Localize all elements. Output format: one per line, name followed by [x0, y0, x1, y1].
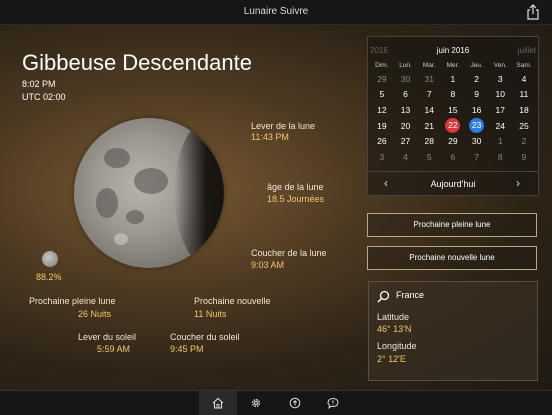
calendar-day[interactable]: 6 [441, 152, 465, 162]
longitude-value: 2° 12'E [377, 354, 406, 364]
dow: Lun. [399, 61, 412, 69]
calendar-day[interactable]: 4 [394, 152, 418, 162]
calendar-day[interactable]: 4 [512, 74, 536, 84]
dow: Dim. [375, 61, 389, 69]
moon-image [74, 118, 224, 268]
calendar-day[interactable]: 19 [370, 121, 394, 131]
calendar-day[interactable]: 2 [512, 136, 536, 146]
location-panel: France Latitude 46° 13'N Longitude 2° 12… [368, 281, 538, 381]
calendar-day[interactable]: 30 [465, 136, 489, 146]
info-icon [289, 397, 301, 409]
calendar-day[interactable]: 3 [370, 152, 394, 162]
calendar-day-selected[interactable]: 23 [465, 118, 489, 134]
tab-info[interactable] [276, 391, 314, 415]
calendar-day[interactable]: 21 [417, 121, 441, 131]
today-button[interactable]: Aujourd'hui [368, 179, 538, 189]
illumination-value: 88.2% [36, 272, 62, 282]
gear-icon [251, 398, 261, 408]
calendar-day[interactable]: 5 [370, 89, 394, 99]
next-new-moon-button[interactable]: Prochaine nouvelle lune [367, 246, 537, 270]
sunset-value: 9:45 PM [170, 344, 204, 354]
moonset-label: Coucher de la lune [251, 248, 327, 258]
calendar-month-title: juin 2016 [436, 46, 470, 55]
selected-marker: 23 [469, 118, 485, 134]
calendar-day-today[interactable]: 22 [441, 118, 465, 134]
search-icon[interactable] [377, 290, 390, 303]
calendar-day[interactable]: 1 [488, 136, 512, 146]
dow: Jeu. [470, 61, 483, 69]
next-new-value: 11 Nuits [194, 309, 227, 319]
share-icon[interactable] [526, 4, 540, 20]
mini-moon-icon [42, 251, 58, 267]
utc-offset: UTC 02:00 [22, 92, 66, 102]
sunrise-value: 5:59 AM [97, 344, 131, 354]
calendar-day[interactable]: 12 [370, 105, 394, 115]
location-country[interactable]: France [396, 290, 424, 300]
top-bar: Lunaire Suivre [0, 0, 552, 25]
chat-icon [327, 397, 339, 409]
moonrise-value: 11:43 PM [251, 132, 289, 142]
dow: Ven. [493, 61, 507, 69]
calendar-day[interactable]: 29 [370, 74, 394, 84]
current-time: 8:02 PM [22, 79, 56, 89]
calendar-day[interactable]: 6 [394, 89, 418, 99]
sunrise-label: Lever du soleil [78, 332, 137, 342]
next-full-label: Prochaine pleine lune [29, 296, 116, 306]
next-new-label: Prochaine nouvelle [194, 296, 271, 306]
calendar-day[interactable]: 8 [441, 89, 465, 99]
calendar-day[interactable]: 11 [512, 89, 536, 99]
moonset-value: 9:03 AM [251, 260, 285, 270]
calendar-day[interactable]: 1 [441, 74, 465, 84]
calendar-day[interactable]: 13 [394, 105, 418, 115]
calendar-day[interactable]: 3 [488, 74, 512, 84]
calendar-day[interactable]: 30 [394, 74, 418, 84]
calendar-day[interactable]: 16 [465, 105, 489, 115]
calendar-next-month[interactable]: juillet [518, 46, 536, 55]
today-marker: 22 [445, 118, 461, 134]
calendar-day[interactable]: 24 [488, 121, 512, 131]
calendar-day[interactable]: 28 [417, 136, 441, 146]
calendar-day[interactable]: 25 [512, 121, 536, 131]
calendar-day[interactable]: 7 [465, 152, 489, 162]
latitude-value: 46° 13'N [377, 324, 412, 334]
longitude-label: Longitude [377, 341, 417, 351]
calendar-day[interactable]: 10 [488, 89, 512, 99]
app-title: Lunaire Suivre [243, 6, 309, 17]
calendar-day[interactable]: 20 [394, 121, 418, 131]
moonrise-label: Lever de la lune [251, 121, 316, 131]
calendar-day[interactable]: 5 [417, 152, 441, 162]
latitude-label: Latitude [377, 312, 410, 322]
next-full-value: 26 Nuits [78, 309, 112, 319]
calendar-day[interactable]: 9 [465, 89, 489, 99]
sunset-label: Coucher du soleil [170, 332, 240, 342]
calendar-next-arrow[interactable]: › [516, 176, 520, 190]
tab-bar [0, 390, 552, 415]
calendar-day[interactable]: 18 [512, 105, 536, 115]
calendar: 2016 juin 2016 juillet Dim. Lun. Mar. Me… [367, 36, 539, 196]
calendar-day[interactable]: 29 [441, 136, 465, 146]
next-full-moon-button[interactable]: Prochaine pleine lune [367, 213, 537, 237]
tab-home[interactable] [199, 391, 237, 415]
phase-title: Gibbeuse Descendante [22, 50, 252, 75]
tab-chat[interactable] [314, 391, 352, 415]
calendar-day[interactable]: 7 [417, 89, 441, 99]
calendar-day[interactable]: 15 [441, 105, 465, 115]
calendar-day[interactable]: 9 [512, 152, 536, 162]
calendar-day[interactable]: 8 [488, 152, 512, 162]
tab-settings[interactable] [237, 391, 275, 415]
home-icon [212, 397, 224, 409]
calendar-day[interactable]: 31 [417, 74, 441, 84]
dow: Mer. [446, 61, 460, 69]
calendar-day[interactable]: 17 [488, 105, 512, 115]
calendar-day[interactable]: 26 [370, 136, 394, 146]
calendar-day[interactable]: 2 [465, 74, 489, 84]
calendar-footer: ‹ Aujourd'hui › [368, 171, 538, 196]
calendar-grid: Dim. Lun. Mar. Mer. Jeu. Ven. Sam. 29 30… [370, 59, 536, 165]
moon-age-value: 18.5 Journées [267, 194, 325, 204]
dow: Sam. [516, 61, 532, 69]
moon-age-label: âge de la lune [267, 182, 324, 192]
calendar-day[interactable]: 27 [394, 136, 418, 146]
dow: Mar. [422, 61, 436, 69]
calendar-day[interactable]: 14 [417, 105, 441, 115]
